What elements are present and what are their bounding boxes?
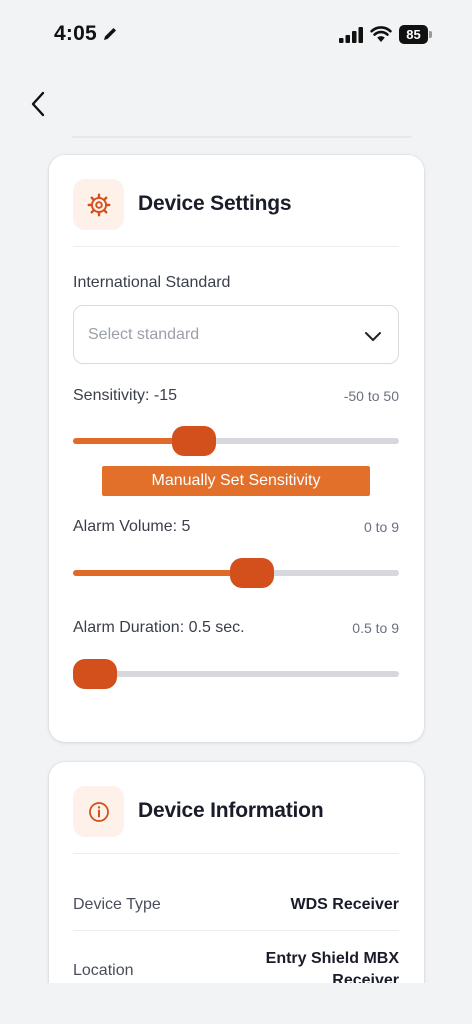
cellular-signal-icon (339, 27, 363, 43)
slider-thumb[interactable] (73, 659, 117, 689)
settings-icon-box (73, 179, 124, 230)
slider-thumb[interactable] (229, 558, 274, 588)
info-divider (73, 930, 399, 931)
sensitivity-range: -50 to 50 (343, 388, 399, 404)
info-icon (88, 801, 109, 822)
slider-thumb[interactable] (171, 426, 216, 456)
info-icon-box (73, 786, 124, 837)
info-label: Location (73, 962, 134, 979)
pencil-icon (104, 28, 116, 40)
standard-label: International Standard (73, 274, 231, 291)
wifi-icon (370, 26, 392, 42)
sensitivity-label: Sensitivity: -15 (73, 387, 178, 404)
alarm-volume-slider[interactable] (73, 558, 399, 588)
info-card-title: Device Information (138, 799, 324, 822)
alarm-volume-range: 0 to 9 (363, 519, 399, 535)
settings-card-header: Device Settings (73, 179, 399, 247)
standard-select[interactable]: Select standard (73, 305, 399, 364)
settings-card-title: Device Settings (138, 192, 292, 215)
status-bar: 4:05 85 (0, 0, 472, 70)
slider-fill (73, 570, 252, 576)
alarm-duration-range: 0.5 to 9 (352, 620, 399, 636)
gear-icon (87, 193, 110, 216)
status-time: 4:05 (54, 22, 97, 45)
top-divider (72, 136, 412, 138)
battery-indicator: 85 (399, 25, 432, 44)
alarm-duration-slider[interactable] (73, 659, 399, 689)
sensitivity-slider[interactable] (73, 426, 399, 456)
battery-level: 85 (399, 25, 428, 44)
alarm-volume-label: Alarm Volume: 5 (73, 518, 191, 535)
battery-cap (429, 31, 432, 38)
chevron-down-icon (365, 332, 381, 341)
manually-set-sensitivity-button[interactable]: Manually Set Sensitivity (102, 466, 370, 496)
info-value: WDS Receiver (290, 896, 400, 913)
bottom-background (0, 983, 472, 1024)
slider-track (73, 671, 399, 677)
standard-select-placeholder: Select standard (88, 326, 200, 343)
info-card-header: Device Information (73, 786, 399, 854)
device-settings-card: Device Settings International Standard S… (49, 155, 424, 742)
chevron-left-icon (31, 91, 45, 117)
info-label: Device Type (73, 896, 161, 913)
back-button[interactable] (22, 86, 54, 122)
alarm-duration-label: Alarm Duration: 0.5 sec. (73, 619, 245, 636)
